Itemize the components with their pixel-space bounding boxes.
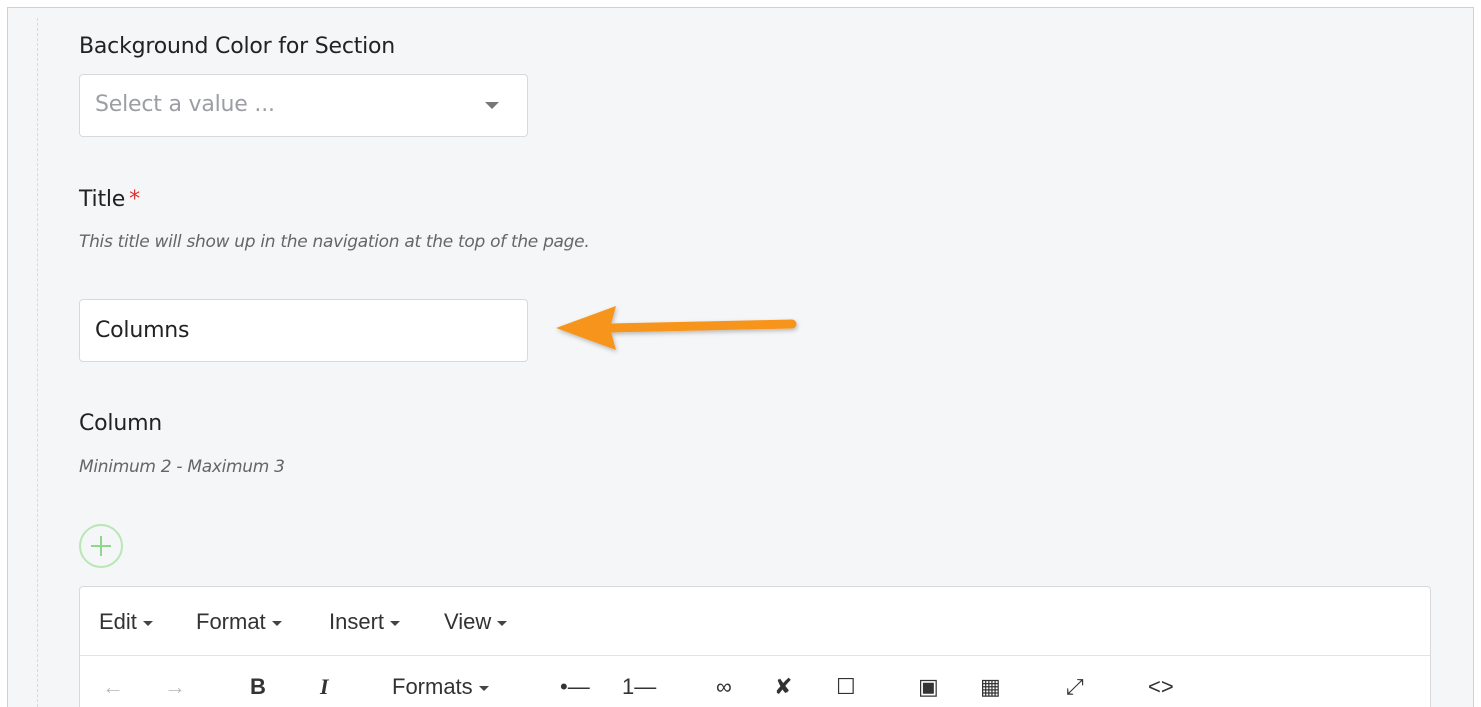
title-label-text: Title xyxy=(79,187,126,212)
chevron-down-icon xyxy=(142,620,153,626)
chevron-down-icon xyxy=(485,102,499,109)
form-panel: Background Color for Section Select a va… xyxy=(7,7,1474,707)
add-column-button[interactable] xyxy=(79,524,123,568)
orange-arrow-annotation xyxy=(556,306,797,350)
menu-view[interactable]: View xyxy=(444,609,508,635)
menu-format[interactable]: Format xyxy=(196,609,282,635)
background-color-select[interactable]: Select a value ... xyxy=(79,74,528,137)
chevron-down-icon xyxy=(271,620,282,626)
chevron-down-icon xyxy=(497,620,508,626)
title-input[interactable] xyxy=(79,299,528,362)
chevron-down-icon xyxy=(390,620,401,626)
title-label: Title * xyxy=(79,187,140,212)
editor-toolbar: ← → B I Formats •— 1— ∞ ✘ ☐ ▣ ▦ ⤢ <> xyxy=(80,656,1430,707)
nesting-guide-line xyxy=(37,18,38,707)
chevron-down-icon xyxy=(478,685,489,691)
menu-insert[interactable]: Insert xyxy=(329,609,401,635)
column-label: Column xyxy=(79,411,163,436)
title-help-text: This title will show up in the navigatio… xyxy=(79,232,590,252)
editor-menubar: Edit Format Insert View xyxy=(80,587,1430,656)
menu-edit[interactable]: Edit xyxy=(99,609,153,635)
background-color-label: Background Color for Section xyxy=(79,34,396,59)
required-marker: * xyxy=(129,187,140,212)
column-help-text: Minimum 2 - Maximum 3 xyxy=(79,457,285,477)
select-placeholder: Select a value ... xyxy=(95,92,275,117)
rich-text-editor[interactable]: Edit Format Insert View ← → B I Formats … xyxy=(79,586,1431,707)
